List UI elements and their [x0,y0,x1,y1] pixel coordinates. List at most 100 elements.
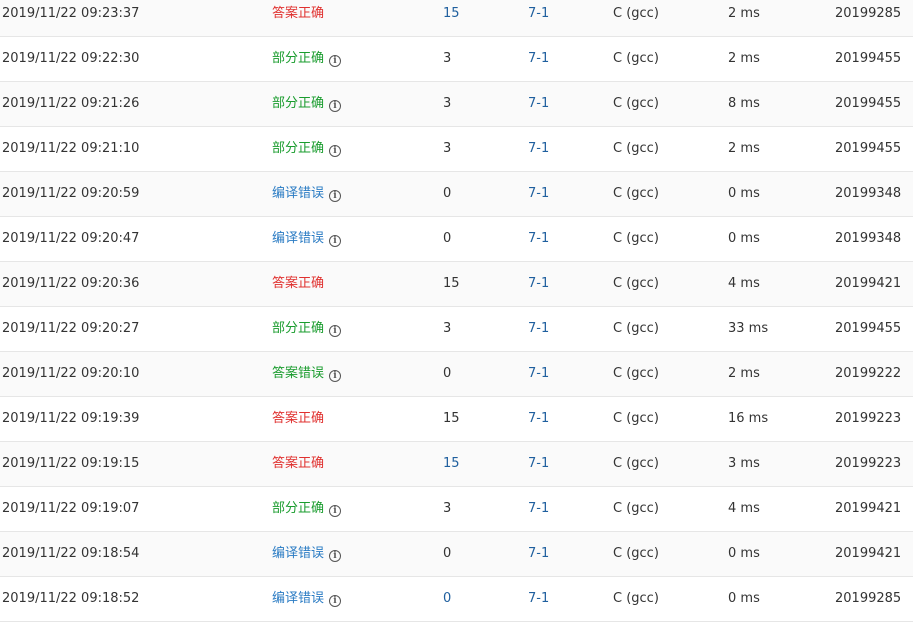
status-label[interactable]: 编译错误 [272,546,324,561]
table-row: 2019/11/22 09:20:36 答案正确 15 7-1 C (gcc) 4 ms 2… [0,262,913,307]
submit-time: 2019/11/22 09:21:10 [2,141,140,156]
status-label[interactable]: 编译错误 [272,186,324,201]
info-circle-icon[interactable]: i [329,235,342,247]
table-row: 2019/11/22 09:19:07 部分正确 i 3 7-1 C (gcc) 4 ms 2… [0,487,913,532]
status-cell: 答案正确 [272,442,324,486]
submit-time: 2019/11/22 09:20:10 [2,366,140,381]
user-id: 20199421 [835,276,902,291]
problem-link[interactable]: 7-1 [528,307,549,351]
table-row: 2019/11/22 09:20:47 编译错误 i 0 7-1 C (gcc) 0 ms 2… [0,217,913,262]
problem-link[interactable]: 7-1 [528,352,549,396]
table-row: 2019/11/22 09:21:26 部分正确 i 3 7-1 C (gcc) 8 ms 2… [0,82,913,127]
language: C (gcc) [613,591,659,606]
score: 15 [443,411,460,426]
problem-link[interactable]: 7-1 [528,262,549,306]
score: 3 [443,321,452,336]
time-used: 4 ms [728,501,760,516]
problem-link[interactable]: 7-1 [528,217,549,261]
info-circle-icon[interactable]: i [329,55,342,67]
status-cell: 编译错误 i [272,172,342,216]
score[interactable]: 0 [443,577,451,621]
language: C (gcc) [613,456,659,471]
table-row: 2019/11/22 09:18:52 编译错误 i 0 7-1 C (gcc) 0 ms 2… [0,577,913,622]
user-id: 20199223 [835,456,902,471]
info-circle-icon[interactable]: i [329,190,342,202]
time-used: 2 ms [728,366,760,381]
table-row: 2019/11/22 09:19:39 答案正确 15 7-1 C (gcc) 16 ms… [0,397,913,442]
info-circle-icon[interactable]: i [329,505,342,517]
problem-link[interactable]: 7-1 [528,487,549,531]
problem-link[interactable]: 7-1 [528,127,549,171]
submit-time: 2019/11/22 09:20:27 [2,321,140,336]
status-cell: 部分正确 i [272,37,342,81]
user-id: 20199348 [835,231,902,246]
status-label[interactable]: 答案正确 [272,276,324,291]
info-circle-icon[interactable]: i [329,370,342,382]
time-used: 2 ms [728,141,760,156]
submit-time: 2019/11/22 09:23:37 [2,6,140,21]
problem-link[interactable]: 7-1 [528,442,549,486]
table-row: 2019/11/22 09:21:10 部分正确 i 3 7-1 C (gcc) 2 ms 2… [0,127,913,172]
language: C (gcc) [613,501,659,516]
time-used: 0 ms [728,591,760,606]
language: C (gcc) [613,6,659,21]
status-label[interactable]: 部分正确 [272,501,324,516]
language: C (gcc) [613,411,659,426]
status-label[interactable]: 答案正确 [272,411,324,426]
score[interactable]: 15 [443,0,460,36]
submit-time: 2019/11/22 09:20:36 [2,276,140,291]
problem-link[interactable]: 7-1 [528,397,549,441]
problem-link[interactable]: 7-1 [528,532,549,576]
score: 3 [443,96,452,111]
status-cell: 编译错误 i [272,217,342,261]
submit-time: 2019/11/22 09:18:54 [2,546,140,561]
user-id: 20199285 [835,591,902,606]
status-cell: 部分正确 i [272,487,342,531]
status-label[interactable]: 答案正确 [272,456,324,471]
score[interactable]: 15 [443,442,460,486]
table-row: 2019/11/22 09:22:30 部分正确 i 3 7-1 C (gcc) 2 ms 2… [0,37,913,82]
submit-time: 2019/11/22 09:20:59 [2,186,140,201]
time-used: 2 ms [728,6,760,21]
submit-time: 2019/11/22 09:21:26 [2,96,140,111]
status-label[interactable]: 部分正确 [272,51,324,66]
user-id: 20199421 [835,546,902,561]
time-used: 0 ms [728,546,760,561]
status-label[interactable]: 编译错误 [272,591,324,606]
problem-link[interactable]: 7-1 [528,37,549,81]
score: 3 [443,141,452,156]
user-id: 20199455 [835,141,902,156]
status-cell: 部分正确 i [272,307,342,351]
user-id: 20199455 [835,51,902,66]
status-label[interactable]: 答案正确 [272,6,324,21]
status-label[interactable]: 答案错误 [272,366,324,381]
status-label[interactable]: 部分正确 [272,321,324,336]
score: 15 [443,276,460,291]
score: 0 [443,366,452,381]
submit-time: 2019/11/22 09:20:47 [2,231,140,246]
info-circle-icon[interactable]: i [329,325,342,337]
user-id: 20199348 [835,186,902,201]
table-row: 2019/11/22 09:18:54 编译错误 i 0 7-1 C (gcc) 0 ms 2… [0,532,913,577]
problem-link[interactable]: 7-1 [528,577,549,621]
status-label[interactable]: 部分正确 [272,141,324,156]
submit-time: 2019/11/22 09:18:52 [2,591,140,606]
time-used: 3 ms [728,456,760,471]
status-label[interactable]: 编译错误 [272,231,324,246]
score: 0 [443,186,452,201]
status-cell: 答案正确 [272,0,324,36]
info-circle-icon[interactable]: i [329,595,342,607]
score: 0 [443,231,452,246]
language: C (gcc) [613,366,659,381]
problem-link[interactable]: 7-1 [528,0,549,36]
info-circle-icon[interactable]: i [329,550,342,562]
status-label[interactable]: 部分正确 [272,96,324,111]
problem-link[interactable]: 7-1 [528,172,549,216]
time-used: 0 ms [728,186,760,201]
info-circle-icon[interactable]: i [329,145,342,157]
table-row: 2019/11/22 09:20:10 答案错误 i 0 7-1 C (gcc) 2 ms 2… [0,352,913,397]
info-circle-icon[interactable]: i [329,100,342,112]
table-row: 2019/11/22 09:20:27 部分正确 i 3 7-1 C (gcc) 33 ms… [0,307,913,352]
language: C (gcc) [613,546,659,561]
problem-link[interactable]: 7-1 [528,82,549,126]
